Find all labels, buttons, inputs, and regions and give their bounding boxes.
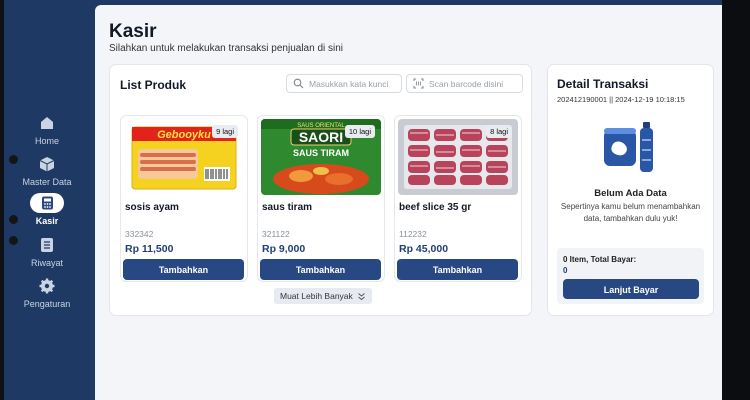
empty-state-description: Sepertinya kamu belum menambahkan data, … [560, 202, 701, 223]
stock-badge: 9 lagi [212, 125, 238, 138]
transaction-id: 202412190001 || 2024-12-19 10:18:15 [557, 95, 685, 104]
active-indicator [30, 193, 64, 213]
main-content: Kasir Silahkan untuk melakukan transaksi… [95, 5, 722, 400]
sosis-brand-text: Gebooyku [157, 129, 211, 141]
barcode-input[interactable]: Scan barcode disini [406, 74, 523, 93]
page-title: Kasir [109, 21, 157, 42]
product-code: 112232 [399, 229, 427, 239]
search-input[interactable]: Masukkan kata kunci [286, 74, 402, 93]
product-card[interactable]: SAUS ORIENTAL SAORI SAUS TIRAM 10 lagi s… [257, 115, 385, 282]
add-to-cart-button[interactable]: Tambahkan [397, 259, 518, 280]
product-list-title: List Produk [120, 78, 187, 92]
list-icon [41, 238, 53, 252]
empty-cart-illustration [604, 122, 653, 172]
page-subtitle: Silahkan untuk melakukan transaksi penju… [109, 43, 344, 54]
gear-icon [39, 278, 55, 294]
product-price: Rp 11,500 [125, 243, 174, 255]
product-price: Rp 45,000 [399, 243, 449, 255]
product-name: saus tiram [262, 202, 313, 213]
sidebar-item-label: Master Data [22, 177, 72, 187]
box-icon [39, 157, 55, 172]
tablet-screen: Home Master Data Kasir Riwayat Pengatura… [4, 0, 722, 400]
sidebar-item-label: Riwayat [30, 258, 63, 268]
product-image-beef-slice: 8 lagi [398, 119, 518, 195]
device-bezel [722, 0, 750, 400]
device-sensor [9, 236, 18, 245]
product-list-card: List Produk Masukkan kata kunci Scan bar… [109, 64, 532, 316]
home-icon [41, 117, 53, 129]
load-more-button[interactable]: Muat Lebih Banyak [274, 288, 372, 304]
transaction-summary: 0 Item, Total Bayar: 0 Lanjut Bayar [557, 248, 704, 304]
product-image-saus-tiram: SAUS ORIENTAL SAORI SAUS TIRAM 10 lagi [261, 119, 381, 195]
product-name: beef slice 35 gr [399, 202, 472, 213]
continue-payment-button[interactable]: Lanjut Bayar [563, 279, 699, 299]
device-sensor [9, 215, 18, 224]
summary-total: 0 [563, 266, 568, 275]
sidebar-item-label: Kasir [35, 216, 59, 226]
barcode-placeholder: Scan barcode disini [429, 78, 504, 89]
add-to-cart-button[interactable]: Tambahkan [123, 259, 244, 280]
product-image-sosis: Gebooyku 9 lagi [124, 119, 244, 195]
transaction-detail-card: Detail Transaksi 202412190001 || 2024-12… [547, 64, 714, 316]
sidebar: Home Master Data Kasir Riwayat Pengatura… [4, 0, 90, 400]
product-card[interactable]: Gebooyku 9 lagi sosis ayam 332342 Rp 11,… [120, 115, 248, 282]
barcode-scan-icon [413, 78, 424, 89]
transaction-detail-title: Detail Transaksi [557, 77, 649, 91]
calculator-icon [41, 196, 53, 210]
sidebar-item-pengaturan[interactable]: Pengaturan [4, 277, 90, 309]
empty-state-title: Belum Ada Data [594, 188, 667, 199]
search-icon [293, 78, 304, 89]
product-card[interactable]: 8 lagi beef slice 35 gr 112232 Rp 45,000… [394, 115, 522, 282]
stock-badge: 10 lagi [344, 125, 375, 138]
product-price: Rp 9,000 [262, 243, 306, 255]
saori-brand-text: SAORI [299, 129, 343, 145]
product-code: 321122 [262, 229, 290, 239]
sidebar-item-label: Home [34, 136, 59, 146]
add-to-cart-button[interactable]: Tambahkan [260, 259, 381, 280]
sidebar-item-label: Pengaturan [23, 299, 71, 309]
summary-label: 0 Item, Total Bayar: [563, 255, 637, 264]
product-code: 332342 [125, 229, 154, 239]
product-name: sosis ayam [125, 202, 179, 213]
stock-badge: 8 lagi [486, 125, 512, 138]
double-chevron-down-icon [357, 292, 365, 300]
device-camera [9, 155, 18, 164]
search-placeholder: Masukkan kata kunci [309, 78, 389, 89]
saori-sub-text: SAUS TIRAM [293, 148, 349, 158]
load-more-label: Muat Lebih Banyak [280, 291, 353, 301]
sidebar-item-home[interactable]: Home [4, 114, 90, 146]
